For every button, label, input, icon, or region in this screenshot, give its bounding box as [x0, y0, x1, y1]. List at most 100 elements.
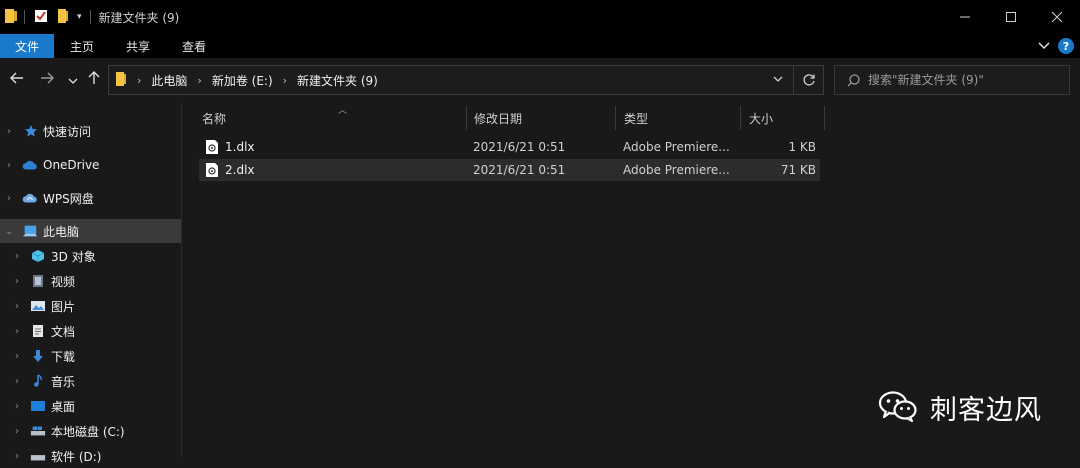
- chevron-right-icon[interactable]: ›: [15, 301, 25, 312]
- chevron-right-icon[interactable]: ›: [15, 351, 25, 362]
- customize-toolbar-icon[interactable]: ▾: [77, 12, 82, 22]
- chevron-right-icon[interactable]: ›: [15, 451, 25, 462]
- nav-label: 文档: [51, 324, 76, 339]
- close-icon: [1051, 11, 1063, 23]
- wechat-icon: [878, 390, 918, 425]
- file-name: 2.dlx: [225, 163, 255, 177]
- nav-label: WPS网盘: [43, 191, 94, 206]
- nav-item-drive-c[interactable]: › 本地磁盘 (C:): [0, 419, 181, 443]
- file-icon: [205, 162, 219, 178]
- search-input[interactable]: [866, 72, 1056, 88]
- file-date: 2021/6/21 0:51: [473, 140, 566, 154]
- nav-item-onedrive[interactable]: › OneDrive: [0, 153, 181, 177]
- tab-home[interactable]: 主页: [54, 34, 110, 58]
- computer-icon: [22, 223, 38, 239]
- recent-locations-button[interactable]: [68, 74, 78, 90]
- breadcrumb: › 此电脑 › 新加卷 (E:) › 新建文件夹 (9): [127, 72, 378, 89]
- tab-share[interactable]: 共享: [110, 34, 166, 58]
- chevron-down-icon[interactable]: ⌄: [5, 226, 15, 237]
- arrow-right-icon: [41, 72, 54, 84]
- nav-item-desktop[interactable]: › 桌面: [0, 394, 181, 418]
- help-button[interactable]: ?: [1058, 38, 1074, 54]
- file-row[interactable]: 2.dlx 2021/6/21 0:51 Adobe Premiere... 7…: [199, 159, 820, 181]
- chevron-down-icon: [68, 78, 78, 84]
- chevron-right-icon[interactable]: ›: [15, 251, 25, 262]
- chevron-right-icon[interactable]: ›: [15, 376, 25, 387]
- star-icon: [23, 123, 39, 139]
- search-box[interactable]: [834, 65, 1070, 95]
- ribbon-tabs: 文件 主页 共享 查看 ?: [0, 34, 1080, 58]
- desktop-icon: [30, 398, 46, 414]
- file-row[interactable]: 1.dlx 2021/6/21 0:51 Adobe Premiere... 1…: [199, 136, 820, 158]
- quick-access-toolbar: ▾ 新建文件夹 (9): [0, 0, 179, 34]
- maximize-icon: [1006, 12, 1016, 22]
- watermark-text: 刺客边风: [930, 395, 1042, 426]
- up-button[interactable]: [88, 71, 100, 89]
- folder-icon: [4, 8, 18, 27]
- nav-label: 3D 对象: [51, 249, 96, 264]
- breadcrumb-current-folder[interactable]: 新建文件夹 (9): [297, 72, 378, 89]
- nav-label: 快速访问: [43, 124, 92, 139]
- tab-file[interactable]: 文件: [0, 34, 54, 58]
- tab-view[interactable]: 查看: [166, 34, 222, 58]
- address-row: › 此电脑 › 新加卷 (E:) › 新建文件夹 (9): [0, 58, 1080, 102]
- file-type: Adobe Premiere...: [623, 140, 730, 154]
- nav-item-pictures[interactable]: › 图片: [0, 294, 181, 318]
- properties-icon[interactable]: [33, 8, 49, 27]
- maximize-button[interactable]: [988, 0, 1034, 34]
- nav-label: OneDrive: [43, 158, 100, 172]
- nav-item-drive-d[interactable]: › 软件 (D:): [0, 444, 181, 468]
- chevron-right-icon[interactable]: ›: [15, 401, 25, 412]
- file-name: 1.dlx: [225, 140, 255, 154]
- new-folder-icon[interactable]: [57, 8, 69, 27]
- expand-ribbon-icon[interactable]: [1038, 39, 1050, 53]
- toolbar-divider: [24, 10, 25, 24]
- chevron-down-icon: [773, 76, 783, 82]
- forward-button[interactable]: [40, 71, 54, 89]
- folder-icon: [115, 71, 127, 90]
- film-icon: [30, 273, 46, 289]
- window-title: 新建文件夹 (9): [98, 10, 180, 25]
- toolbar-divider: [89, 10, 91, 24]
- address-bar[interactable]: › 此电脑 › 新加卷 (E:) › 新建文件夹 (9): [108, 65, 824, 95]
- chevron-right-icon[interactable]: ›: [283, 74, 287, 87]
- nav-label: 下载: [51, 349, 76, 364]
- picture-icon: [30, 298, 46, 314]
- window-controls: [942, 0, 1080, 34]
- column-header-date[interactable]: 修改日期: [466, 106, 616, 130]
- nav-item-music[interactable]: › 音乐: [0, 369, 181, 393]
- arrow-up-icon: [88, 71, 100, 84]
- close-button[interactable]: [1034, 0, 1080, 34]
- chevron-right-icon[interactable]: ›: [15, 326, 25, 337]
- nav-label: 此电脑: [43, 224, 80, 239]
- nav-label: 音乐: [51, 374, 76, 389]
- chevron-right-icon[interactable]: ›: [197, 74, 201, 87]
- minimize-icon: [960, 16, 970, 18]
- minimize-button[interactable]: [942, 0, 988, 34]
- nav-item-quick-access[interactable]: › 快速访问: [0, 119, 181, 143]
- chevron-right-icon[interactable]: ›: [15, 426, 25, 437]
- refresh-button[interactable]: [793, 66, 823, 94]
- chevron-right-icon[interactable]: ›: [7, 160, 17, 171]
- nav-item-this-pc[interactable]: ⌄ 此电脑: [0, 219, 181, 243]
- nav-item-3d-objects[interactable]: › 3D 对象: [0, 244, 181, 268]
- chevron-right-icon[interactable]: ›: [137, 74, 141, 87]
- nav-item-downloads[interactable]: › 下载: [0, 344, 181, 368]
- cloud-icon: [22, 157, 38, 173]
- chevron-right-icon[interactable]: ›: [7, 193, 17, 204]
- music-note-icon: [30, 373, 46, 389]
- column-header-type[interactable]: 类型: [616, 106, 741, 130]
- chevron-right-icon[interactable]: ›: [7, 126, 17, 137]
- chevron-right-icon[interactable]: ›: [15, 276, 25, 287]
- navigation-pane: › 快速访问 › OneDrive › WPS网盘 ⌄ 此电脑 › 3D 对象 …: [0, 102, 182, 464]
- breadcrumb-this-pc[interactable]: 此电脑: [151, 72, 187, 89]
- breadcrumb-drive-e[interactable]: 新加卷 (E:): [212, 72, 273, 89]
- nav-item-wps-drive[interactable]: › WPS网盘: [0, 186, 181, 210]
- address-history-button[interactable]: [763, 66, 793, 94]
- back-button[interactable]: [10, 71, 24, 89]
- column-header-name[interactable]: ︿ 名称: [194, 106, 467, 130]
- nav-item-documents[interactable]: › 文档: [0, 319, 181, 343]
- file-date: 2021/6/21 0:51: [473, 163, 566, 177]
- nav-item-videos[interactable]: › 视频: [0, 269, 181, 293]
- column-header-size[interactable]: 大小: [741, 106, 825, 130]
